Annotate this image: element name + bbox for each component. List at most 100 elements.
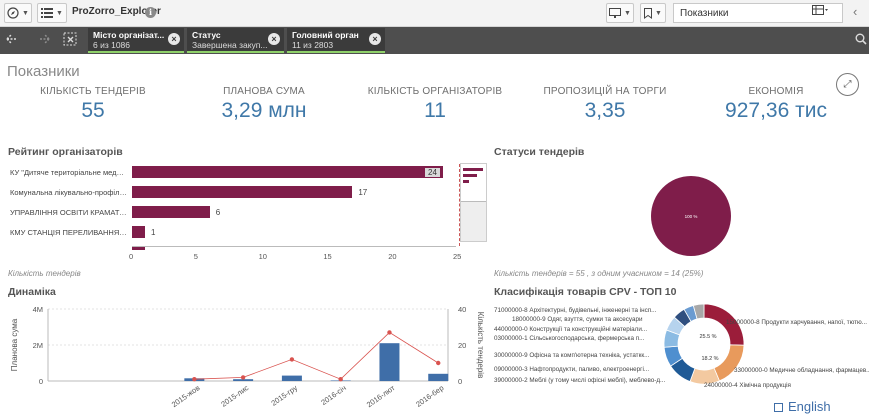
x-tick-label: 2015-жов — [170, 383, 202, 409]
selection-chip-city[interactable]: Місто організат... 6 из 1086 × — [88, 28, 184, 53]
kpi-label: КІЛЬКІСТЬ ТЕНДЕРІВ — [40, 86, 146, 97]
dynamics-line-point[interactable] — [289, 357, 295, 362]
x-tick-label: 2015-гру — [270, 383, 300, 408]
selection-field-name: Місто організат... — [93, 30, 165, 40]
rating-chart[interactable]: КУ "Дитяче територіальне медичн... 24 Кому… — [0, 160, 490, 270]
chevron-down-icon: ▼ — [22, 9, 29, 17]
screen-icon — [609, 7, 622, 18]
bookmark-button[interactable]: ▼ — [640, 3, 666, 23]
bar[interactable] — [132, 186, 353, 198]
bar-value-label: 24 — [425, 168, 440, 177]
donut-slice-label[interactable]: 39000000-2 Меблі (у тому числі офісні ме… — [494, 376, 666, 384]
donut-slice-label[interactable]: 09000000-3 Нафтопродукти, паливо, електр… — [494, 365, 649, 373]
x-tick-label: 25 — [453, 252, 462, 261]
kpi-value: 55 — [81, 99, 105, 122]
donut-slice-label[interactable]: 24000000-4 Хімічна продукція — [704, 381, 791, 389]
dynamics-bar[interactable] — [379, 343, 400, 381]
bar-value-label: 6 — [215, 208, 221, 217]
bar-value-label: 17 — [358, 188, 368, 197]
selection-field-value: 11 из 2803 — [292, 40, 334, 50]
y-tick-label: 2M — [33, 341, 43, 350]
bar-category-label[interactable]: КУ "Дитяче територіальне медичн... — [10, 168, 128, 177]
kpi-organizer-count: КІЛЬКІСТЬ ОРГАНІЗАТОРІВ 11 — [350, 86, 520, 123]
menu-button[interactable]: ▼ — [37, 3, 67, 23]
status-pie-chart[interactable]: 100 % — [650, 175, 732, 257]
step-forward-icon[interactable] — [32, 32, 54, 50]
donut-center-label: 18.2 % — [701, 356, 718, 362]
chart-scrollbar[interactable] — [460, 163, 487, 242]
donut-slice-label[interactable]: 44000000-0 Конструкції та конструкційні … — [494, 325, 647, 333]
kpi-bids-per-tender: ПРОПОЗИЦІЙ НА ТОРГИ 3,35 — [520, 86, 690, 123]
clear-selection-icon[interactable]: × — [268, 33, 280, 45]
donut-center-label: 25.5 % — [699, 334, 716, 340]
status-chart-title: Статуси тендерів — [494, 146, 585, 158]
language-link[interactable]: English — [788, 399, 831, 414]
navigation-button[interactable]: ▼ — [4, 3, 32, 23]
dynamics-chart[interactable]: 0 2M 4M 0 20 40 Планова сума Кількість тендерів… — [0, 300, 490, 417]
x-tick-label: 15 — [323, 252, 332, 261]
y2-tick-label: 20 — [458, 341, 466, 350]
selection-chip-status[interactable]: Статус Завершена закуп... × — [187, 28, 284, 53]
selection-field-value: 6 из 1086 — [93, 40, 131, 50]
sheet-grid-button[interactable] — [812, 5, 840, 20]
kpi-value: 927,36 тис — [725, 99, 827, 122]
bar[interactable] — [132, 166, 444, 178]
dynamics-line-point[interactable] — [338, 377, 343, 382]
clear-all-selections-icon[interactable] — [60, 32, 82, 50]
selections-bar: Місто організат... 6 из 1086 × Статус За… — [0, 27, 869, 54]
y-tick-label: 4M — [33, 305, 43, 314]
kpi-label: ПЛАНОВА СУМА — [223, 86, 305, 97]
kpi-planned-sum: ПЛАНОВА СУМА 3,29 млн — [179, 86, 349, 123]
step-back-icon[interactable] — [2, 32, 24, 50]
search-icon[interactable] — [855, 33, 867, 48]
donut-slice[interactable] — [713, 344, 745, 382]
bar-value-label: 1 — [150, 228, 156, 237]
dynamics-line-point[interactable] — [387, 330, 392, 335]
donut-slice-label[interactable]: 33000000-0 Медичне обладнання, фармацев.… — [734, 366, 869, 374]
status-chart-footnote: Кількість тендерів = 55 , з одним учасни… — [494, 269, 704, 278]
chevron-down-icon: ▼ — [56, 9, 63, 17]
x-tick-label: 2016-бер — [414, 383, 445, 409]
cpv-donut-chart[interactable]: 25.5 % 18.2 % 15000000-8 Продукти харчуван… — [494, 300, 869, 400]
bar[interactable] — [132, 226, 145, 238]
clear-selection-icon[interactable]: × — [369, 33, 381, 45]
bar[interactable] — [132, 206, 210, 218]
donut-slice-label[interactable]: 18000000-9 Одяг, взуття, сумки та аксесу… — [512, 316, 643, 323]
dynamics-line — [194, 331, 439, 380]
bar-category-label[interactable]: Комунальна лікувально-профілак... — [10, 188, 128, 197]
selection-field-value: Завершена закуп... — [192, 40, 268, 50]
donut-slice-label[interactable]: 71000000-8 Архітектурні, будівельні, інж… — [494, 306, 657, 314]
kpi-value: 3,35 — [584, 99, 626, 122]
kpi-tender-count: КІЛЬКІСТЬ ТЕНДЕРІВ 55 — [8, 86, 178, 123]
dynamics-line-point[interactable] — [436, 360, 441, 366]
x-tick-label: 20 — [388, 252, 397, 261]
clear-selection-icon[interactable]: × — [168, 33, 180, 45]
grid-icon — [812, 5, 828, 15]
scrollbar-thumb[interactable] — [461, 164, 486, 202]
x-tick-label: 2015-лис — [219, 383, 250, 409]
dynamics-line-point[interactable] — [192, 377, 197, 382]
bar-category-label[interactable]: КМУ СТАНЦІЯ ПЕРЕЛИВАННЯ КР... — [10, 228, 128, 237]
y2-tick-label: 40 — [458, 305, 466, 314]
dynamics-bar[interactable] — [281, 375, 302, 381]
present-button[interactable]: ▼ — [606, 3, 634, 23]
kpi-value: 3,29 млн — [221, 99, 307, 122]
toolbar: ▼ ▼ ProZorro_Explorer i ▼ ▼ Показники ‹ — [0, 0, 869, 27]
donut-slice-label[interactable]: 15000000-8 Продукти харчування, напої, т… — [726, 319, 867, 326]
compass-icon — [7, 7, 19, 19]
selection-chip-main-body[interactable]: Головний орган 11 из 2803 × — [287, 28, 385, 53]
bar-category-label[interactable]: УПРАВЛІННЯ ОСВІТИ КРАМАТОР... — [10, 208, 128, 217]
donut-slice-label[interactable]: 30000000-9 Офісна та комп'ютерна техніка… — [494, 351, 650, 359]
x-tick-label: 5 — [193, 252, 198, 261]
previous-sheet-icon[interactable]: ‹ — [853, 4, 857, 19]
dynamics-line-point[interactable] — [240, 375, 246, 380]
donut-slice-label[interactable]: 03000000-1 Сільськогосподарська, фермерс… — [494, 334, 645, 342]
kpi-savings: ЕКОНОМІЯ 927,36 тис — [691, 86, 861, 123]
chevron-down-icon: ▼ — [624, 9, 631, 17]
selection-field-name: Статус — [192, 30, 221, 40]
flag-icon — [774, 403, 783, 412]
chevron-down-icon: ▼ — [655, 9, 662, 17]
info-icon[interactable]: i — [145, 7, 156, 18]
y-tick-label: 0 — [39, 377, 43, 386]
dynamics-bar[interactable] — [428, 373, 449, 381]
